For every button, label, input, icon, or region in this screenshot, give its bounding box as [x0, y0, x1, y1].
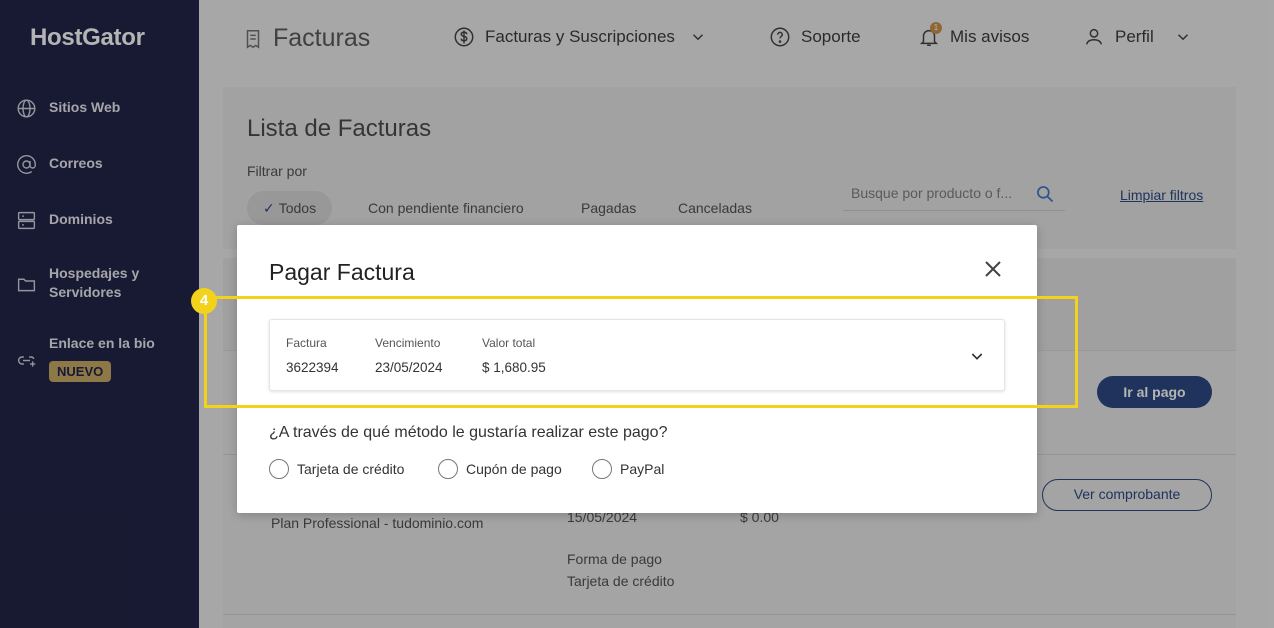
- radio-paypal[interactable]: PayPal: [592, 459, 664, 479]
- radio-circle[interactable]: [438, 459, 458, 479]
- tutorial-step-badge: 4: [191, 288, 217, 314]
- radio-payment-coupon[interactable]: Cupón de pago: [438, 459, 562, 479]
- payment-method-question: ¿A través de qué método le gustaría real…: [269, 424, 668, 441]
- close-icon[interactable]: [981, 257, 1005, 281]
- radio-circle[interactable]: [592, 459, 612, 479]
- modal-title: Pagar Factura: [269, 259, 415, 285]
- tutorial-highlight: [204, 296, 1078, 408]
- radio-circle[interactable]: [269, 459, 289, 479]
- radio-credit-card[interactable]: Tarjeta de crédito: [269, 459, 404, 479]
